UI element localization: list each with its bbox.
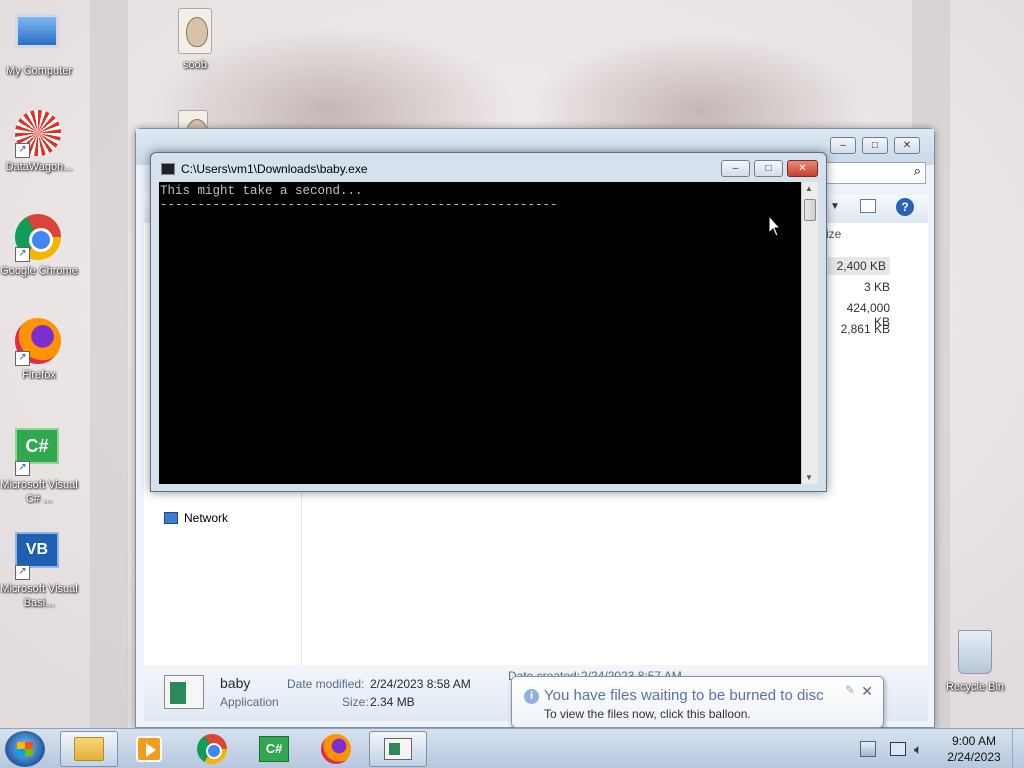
taskbar-console[interactable] — [369, 731, 427, 767]
soob-icon — [171, 8, 219, 56]
preview-pane-icon[interactable] — [860, 199, 876, 213]
console-window[interactable]: C:\Users\vm1\Downloads\baby.exe – □ ✕ Th… — [150, 152, 827, 492]
desktop-icon-label: Google Chrome — [0, 265, 78, 277]
desktop-icon-soob[interactable]: soob — [156, 8, 234, 72]
details-date-modified-label: Date modified: — [287, 677, 365, 691]
network-icon — [164, 512, 178, 524]
clock[interactable]: 9:00 AM 2/24/2023 — [940, 733, 1008, 765]
network-icon[interactable] — [890, 742, 906, 756]
balloon-title: You have files waiting to be burned to d… — [544, 687, 824, 704]
file-size-cell[interactable]: 2,400 KB — [828, 257, 890, 275]
shortcut-arrow-icon: ↗ — [15, 247, 30, 262]
desktop-icon-label: DataWagon... — [5, 161, 73, 173]
console-title: C:\Users\vm1\Downloads\baby.exe — [181, 162, 368, 176]
details-file-name: baby — [220, 675, 251, 691]
taskbar-explorer[interactable] — [60, 731, 118, 767]
burn-disc-icon[interactable] — [860, 741, 876, 757]
scroll-down-icon[interactable]: ▼ — [805, 473, 813, 482]
mouse-cursor-icon — [768, 215, 782, 237]
info-icon: i — [524, 689, 539, 704]
balloon-close-button[interactable]: ✕ — [861, 683, 873, 700]
desktop-icon-visual-basic[interactable]: VB ↗ Microsoft Visual Basi... — [0, 526, 78, 610]
chrome-icon: ↗ — [15, 214, 63, 262]
details-date-modified: 2/24/2023 8:58 AM — [370, 677, 471, 691]
nav-item-network[interactable]: Network — [164, 511, 228, 525]
details-size: 2.34 MB — [370, 695, 415, 709]
console-maximize-button[interactable]: □ — [754, 160, 783, 177]
desktop-icon-label: Recycle Bin — [945, 681, 1005, 693]
tray-icons: 🔈︎ — [890, 729, 922, 768]
chrome-icon — [197, 734, 227, 764]
nav-item-label: Network — [184, 511, 229, 525]
console-output[interactable]: This might take a second... ------------… — [159, 182, 801, 484]
show-desktop-button[interactable] — [1012, 729, 1024, 768]
desktop-icon-datawagon[interactable]: ↗ DataWagon... — [0, 110, 78, 174]
application-icon — [164, 675, 204, 709]
search-icon: ⌕ — [913, 163, 921, 178]
taskbar: C# 🔈︎ 9:00 AM 2/24/2023 — [0, 728, 1024, 768]
details-size-label: Size: — [342, 695, 369, 709]
computer-icon — [15, 14, 63, 62]
media-player-icon — [136, 736, 162, 762]
shortcut-arrow-icon: ↗ — [15, 351, 30, 366]
console-icon — [384, 738, 412, 760]
clock-time: 9:00 AM — [951, 734, 997, 748]
desktop-icon-recycle-bin[interactable]: Recycle Bin — [936, 630, 1014, 694]
desktop-icon-label: soob — [183, 59, 207, 71]
file-size-cell[interactable]: 3 KB — [828, 280, 890, 294]
taskbar-media-player[interactable] — [120, 731, 178, 767]
view-dropdown-icon[interactable]: ▼ — [830, 201, 840, 212]
notification-balloon[interactable]: i You have files waiting to be burned to… — [511, 676, 884, 728]
folder-icon — [74, 737, 104, 761]
csharp-icon: C# — [259, 736, 289, 762]
firefox-icon: ↗ — [15, 318, 63, 366]
desktop-icon-google-chrome[interactable]: ↗ Google Chrome — [0, 214, 78, 278]
taskbar-visual-csharp[interactable]: C# — [245, 731, 303, 767]
desktop-icon-my-computer[interactable]: My Computer — [0, 8, 78, 78]
volume-icon[interactable]: 🔈︎ — [914, 741, 922, 758]
csharp-icon: C# ↗ — [15, 428, 63, 476]
desktop-icon-label: Microsoft Visual Basi... — [0, 583, 78, 609]
console-minimize-button[interactable]: – — [721, 160, 750, 177]
console-scrollbar[interactable]: ▲ ▼ — [801, 182, 818, 484]
balloon-text: To view the files now, click this balloo… — [544, 707, 751, 721]
datawagon-icon: ↗ — [15, 110, 63, 158]
desktop-icon-label: Microsoft Visual C# ... — [0, 479, 78, 505]
taskbar-firefox[interactable] — [307, 731, 365, 767]
console-close-button[interactable]: ✕ — [787, 160, 818, 177]
explorer-close-button[interactable]: ✕ — [894, 137, 920, 154]
shortcut-arrow-icon: ↗ — [15, 143, 30, 158]
desktop-icon-visual-csharp[interactable]: C# ↗ Microsoft Visual C# ... — [0, 422, 78, 506]
desktop-icon-label: My Computer — [5, 65, 73, 77]
help-icon[interactable]: ? — [896, 198, 914, 216]
explorer-maximize-button[interactable]: □ — [862, 137, 888, 154]
vb-icon: VB ↗ — [15, 532, 63, 580]
pin-icon[interactable]: ✎ — [845, 683, 855, 697]
start-button[interactable] — [5, 731, 45, 767]
taskbar-chrome[interactable] — [183, 731, 241, 767]
explorer-minimize-button[interactable]: – — [830, 137, 856, 154]
recycle-bin-icon — [951, 630, 999, 678]
desktop-icon-partial[interactable] — [176, 110, 210, 130]
firefox-icon — [321, 734, 351, 764]
file-size-cell[interactable]: 2,861 KB — [828, 322, 890, 336]
shortcut-arrow-icon: ↗ — [15, 565, 30, 580]
console-app-icon — [161, 163, 175, 175]
desktop-icon-label: Firefox — [22, 369, 56, 381]
column-header-size[interactable]: ize — [826, 227, 841, 241]
scroll-up-icon[interactable]: ▲ — [805, 184, 813, 193]
details-file-type: Application — [220, 695, 279, 709]
clock-date: 2/24/2023 — [947, 750, 1001, 764]
desktop-icon-firefox[interactable]: ↗ Firefox — [0, 318, 78, 382]
system-tray — [860, 729, 876, 768]
explorer-search-box[interactable]: ⌕ — [826, 162, 926, 184]
scrollbar-thumb[interactable] — [804, 199, 816, 221]
shortcut-arrow-icon: ↗ — [15, 461, 30, 476]
